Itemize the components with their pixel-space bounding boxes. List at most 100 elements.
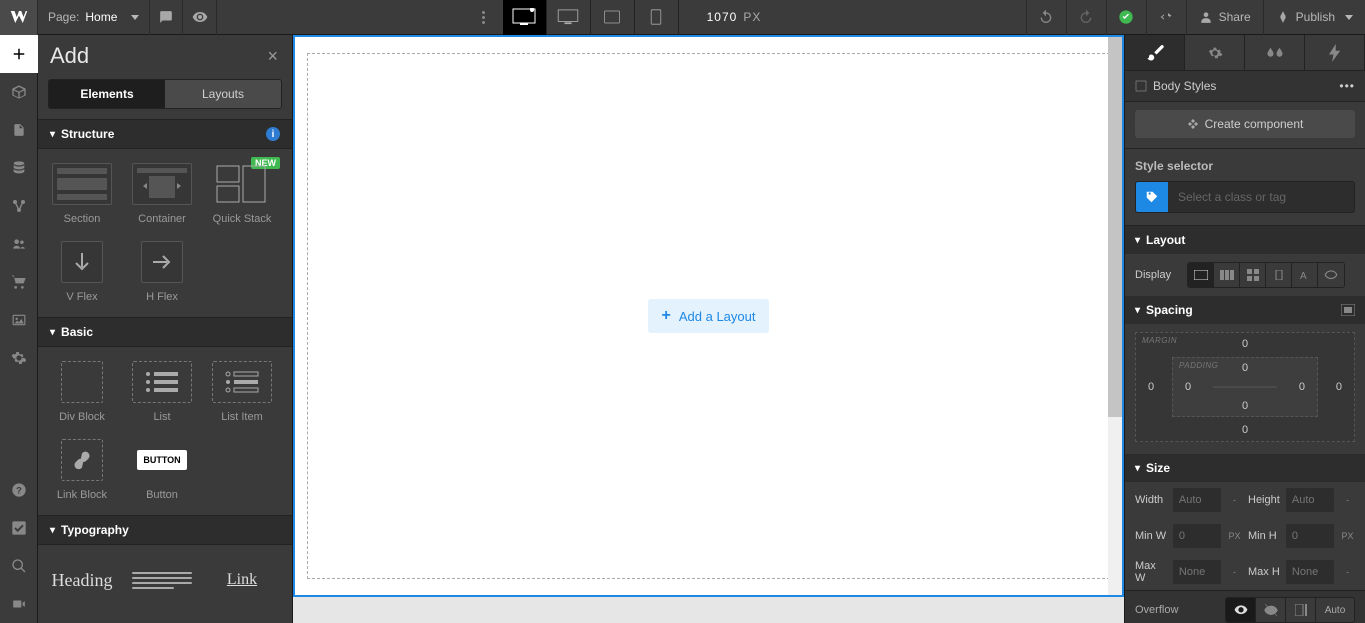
display-block[interactable] (1188, 263, 1214, 287)
link-block-icon (61, 439, 103, 481)
preview-button[interactable] (183, 0, 217, 35)
element-link-block[interactable]: Link Block (42, 431, 122, 509)
add-layout-button[interactable]: + Add a Layout (648, 299, 770, 333)
section-basic-header[interactable]: Basic (38, 317, 292, 347)
add-elements-button[interactable] (0, 35, 38, 73)
overflow-scroll[interactable] (1286, 598, 1316, 622)
canvas-dropzone[interactable]: + Add a Layout (307, 53, 1110, 579)
device-desktop[interactable] (547, 0, 591, 35)
maxw-input[interactable] (1173, 560, 1221, 584)
undo-button[interactable] (1026, 0, 1066, 35)
display-flex[interactable] (1214, 263, 1240, 287)
code-export-button[interactable] (1146, 0, 1186, 35)
device-mobile[interactable] (635, 0, 679, 35)
rail-users[interactable] (0, 225, 38, 263)
minh-input[interactable] (1286, 524, 1334, 548)
element-button[interactable]: BUTTON Button (122, 431, 202, 509)
section-typography-header[interactable]: Typography (38, 515, 292, 545)
spacing-box[interactable]: MARGIN 0 0 0 0 PADDING 0 0 0 0 (1135, 332, 1355, 442)
rail-cms[interactable] (0, 149, 38, 187)
spacing-section-header[interactable]: Spacing (1125, 296, 1365, 324)
mobile-icon (650, 9, 662, 25)
overflow-auto[interactable]: Auto (1316, 598, 1354, 622)
tab-elements[interactable]: Elements (49, 80, 165, 108)
display-inline[interactable]: A (1292, 263, 1318, 287)
page-dropdown-icon[interactable] (131, 15, 139, 20)
overflow-visible[interactable] (1226, 598, 1256, 622)
size-section-header[interactable]: Size (1125, 454, 1365, 482)
rail-search[interactable] (0, 547, 38, 585)
element-heading[interactable]: Heading (42, 551, 122, 609)
display-grid[interactable] (1240, 263, 1266, 287)
body-styles-more[interactable]: ••• (1339, 79, 1355, 93)
vflex-icon (61, 241, 103, 283)
element-vflex[interactable]: V Flex (42, 233, 122, 311)
eye-off-icon (1324, 268, 1338, 282)
canvas: + Add a Layout (293, 35, 1124, 623)
width-input[interactable] (1173, 488, 1221, 512)
page-label: Page: (38, 10, 85, 24)
status-button[interactable] (1106, 0, 1146, 35)
canvas-scrollbar[interactable] (1108, 37, 1122, 595)
class-selector[interactable]: Select a class or tag (1135, 181, 1355, 213)
device-desktop-large[interactable] (503, 0, 547, 35)
plus-icon: + (662, 307, 671, 325)
rail-navigator[interactable] (0, 73, 38, 111)
rail-settings[interactable] (0, 339, 38, 377)
spacing-expand-icon[interactable] (1341, 304, 1355, 316)
minw-input[interactable] (1173, 524, 1221, 548)
logo[interactable] (0, 0, 38, 35)
display-buttons: A (1187, 262, 1345, 288)
overflow-hidden[interactable] (1256, 598, 1286, 622)
element-hflex[interactable]: H Flex (122, 233, 202, 311)
block-icon (1194, 270, 1208, 280)
comment-button[interactable] (149, 0, 183, 35)
element-div-block[interactable]: Div Block (42, 353, 122, 431)
rail-logic[interactable] (0, 187, 38, 225)
style-tab[interactable] (1125, 35, 1185, 70)
rail-audit[interactable] (0, 509, 38, 547)
element-list-item[interactable]: List Item (202, 353, 282, 431)
rail-help[interactable]: ? (0, 471, 38, 509)
redo-button[interactable] (1066, 0, 1106, 35)
rail-assets[interactable] (0, 301, 38, 339)
interactions-tab[interactable] (1305, 35, 1365, 70)
rail-video[interactable] (0, 585, 38, 623)
add-panel-title: Add (50, 43, 89, 69)
canvas-width[interactable]: 1070PX (707, 10, 762, 24)
more-options-button[interactable] (482, 11, 485, 24)
maxh-input[interactable] (1286, 560, 1334, 584)
display-none[interactable] (1318, 263, 1344, 287)
canvas-body[interactable]: + Add a Layout (293, 35, 1124, 597)
svg-text:A: A (1300, 271, 1307, 280)
height-input[interactable] (1286, 488, 1334, 512)
style-manager-tab[interactable] (1245, 35, 1305, 70)
element-container[interactable]: Container (122, 155, 202, 233)
tab-layouts[interactable]: Layouts (165, 80, 281, 108)
image-icon (11, 313, 27, 327)
share-button[interactable]: Share (1186, 0, 1263, 35)
desktop-icon (557, 9, 579, 25)
element-list[interactable]: List (122, 353, 202, 431)
svg-text:?: ? (16, 485, 22, 495)
layout-section-header[interactable]: Layout (1125, 226, 1365, 254)
element-section[interactable]: Section (42, 155, 122, 233)
info-icon[interactable]: i (266, 127, 280, 141)
rail-pages[interactable] (0, 111, 38, 149)
page-icon (12, 122, 26, 138)
paragraph-icon (132, 559, 192, 601)
device-tablet[interactable] (591, 0, 635, 35)
element-quick-stack[interactable]: NEW Quick Stack (202, 155, 282, 233)
class-icon (1136, 181, 1168, 213)
person-icon (1199, 10, 1213, 24)
element-text-link[interactable]: Link (202, 551, 282, 609)
close-panel-button[interactable]: × (267, 46, 278, 67)
section-structure-header[interactable]: Structure i (38, 119, 292, 149)
settings-tab[interactable] (1185, 35, 1245, 70)
rail-ecommerce[interactable] (0, 263, 38, 301)
page-name[interactable]: Home (85, 10, 127, 24)
create-component-button[interactable]: Create component (1135, 110, 1355, 138)
display-inline-block[interactable] (1266, 263, 1292, 287)
element-paragraph[interactable] (122, 551, 202, 609)
publish-button[interactable]: Publish (1263, 0, 1365, 35)
